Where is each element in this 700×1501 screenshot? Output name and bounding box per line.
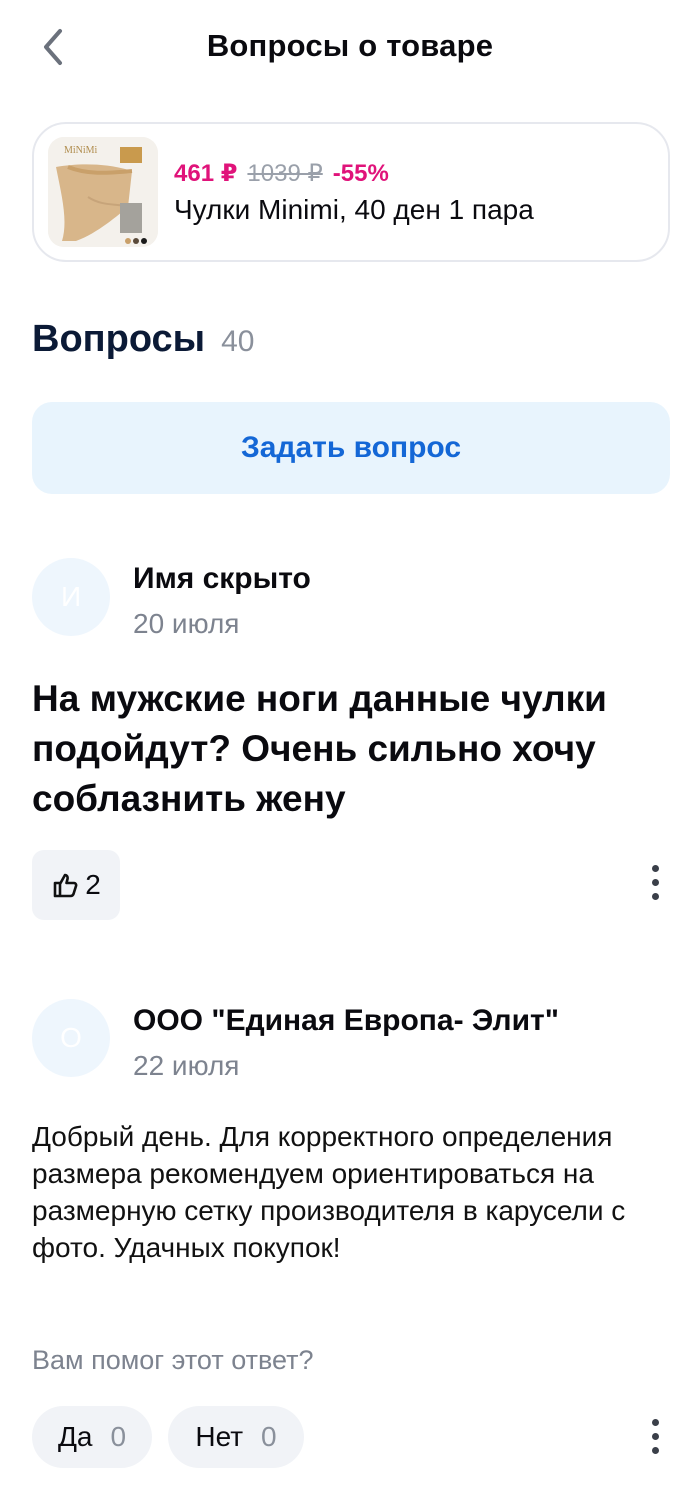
discount-badge: -55% — [332, 159, 389, 187]
question-more-button[interactable] — [640, 852, 670, 912]
question-date: 20 июля — [133, 608, 240, 639]
questions-heading: Вопросы 40 — [32, 318, 255, 361]
answer-more-button[interactable] — [640, 1406, 670, 1466]
avatar: И — [32, 558, 110, 636]
product-name: Чулки Minimi, 40 ден 1 пара — [174, 193, 534, 225]
yes-count: 0 — [110, 1421, 127, 1452]
dot-icon — [651, 892, 659, 900]
dot-icon — [651, 864, 659, 872]
stockings-image-icon: MiNiMi — [48, 137, 158, 247]
page-title: Вопросы о товаре — [206, 28, 494, 63]
question-author: Имя скрыто — [133, 562, 311, 595]
helpful-yes-button[interactable]: Да 0 — [32, 1406, 152, 1468]
dot-icon — [651, 1432, 659, 1440]
dot-icon — [651, 878, 659, 886]
app-header: Вопросы о товаре — [0, 0, 700, 96]
answer-author: ООО "Единая Европа- Элит" — [133, 1004, 559, 1037]
yes-label: Да — [57, 1421, 93, 1452]
questions-count: 40 — [221, 325, 255, 358]
helpful-prompt: Вам помог этот ответ? — [32, 1345, 314, 1375]
old-price: 1039 ₽ — [247, 159, 323, 187]
price-row: 461 ₽ 1039 ₽ -55% — [174, 159, 534, 188]
ask-question-button[interactable]: Задать вопрос — [32, 402, 670, 494]
dot-icon — [651, 1446, 659, 1454]
current-price: 461 ₽ — [174, 159, 238, 187]
product-image: MiNiMi — [48, 137, 158, 247]
no-count: 0 — [261, 1421, 277, 1452]
product-info: 461 ₽ 1039 ₽ -55% Чулки Minimi, 40 ден 1… — [174, 159, 534, 226]
answer-date: 22 июля — [133, 1050, 240, 1081]
questions-title: Вопросы — [32, 318, 206, 360]
no-label: Нет — [195, 1421, 244, 1452]
like-button[interactable]: 2 — [32, 850, 120, 920]
like-count: 2 — [85, 869, 101, 900]
seller-avatar: О — [32, 999, 110, 1077]
answer-text: Добрый день. Для корректного определения… — [32, 1121, 626, 1263]
product-card[interactable]: MiNiMi 461 ₽ 1039 ₽ -55% Чулки Minimi, 4… — [32, 122, 670, 262]
question-text: На мужские ноги данные чулки подойдут? О… — [32, 678, 607, 819]
dot-icon — [651, 1418, 659, 1426]
svg-text:MiNiMi: MiNiMi — [64, 145, 98, 156]
helpful-no-button[interactable]: Нет 0 — [168, 1406, 304, 1468]
thumbs-up-icon — [53, 873, 78, 898]
